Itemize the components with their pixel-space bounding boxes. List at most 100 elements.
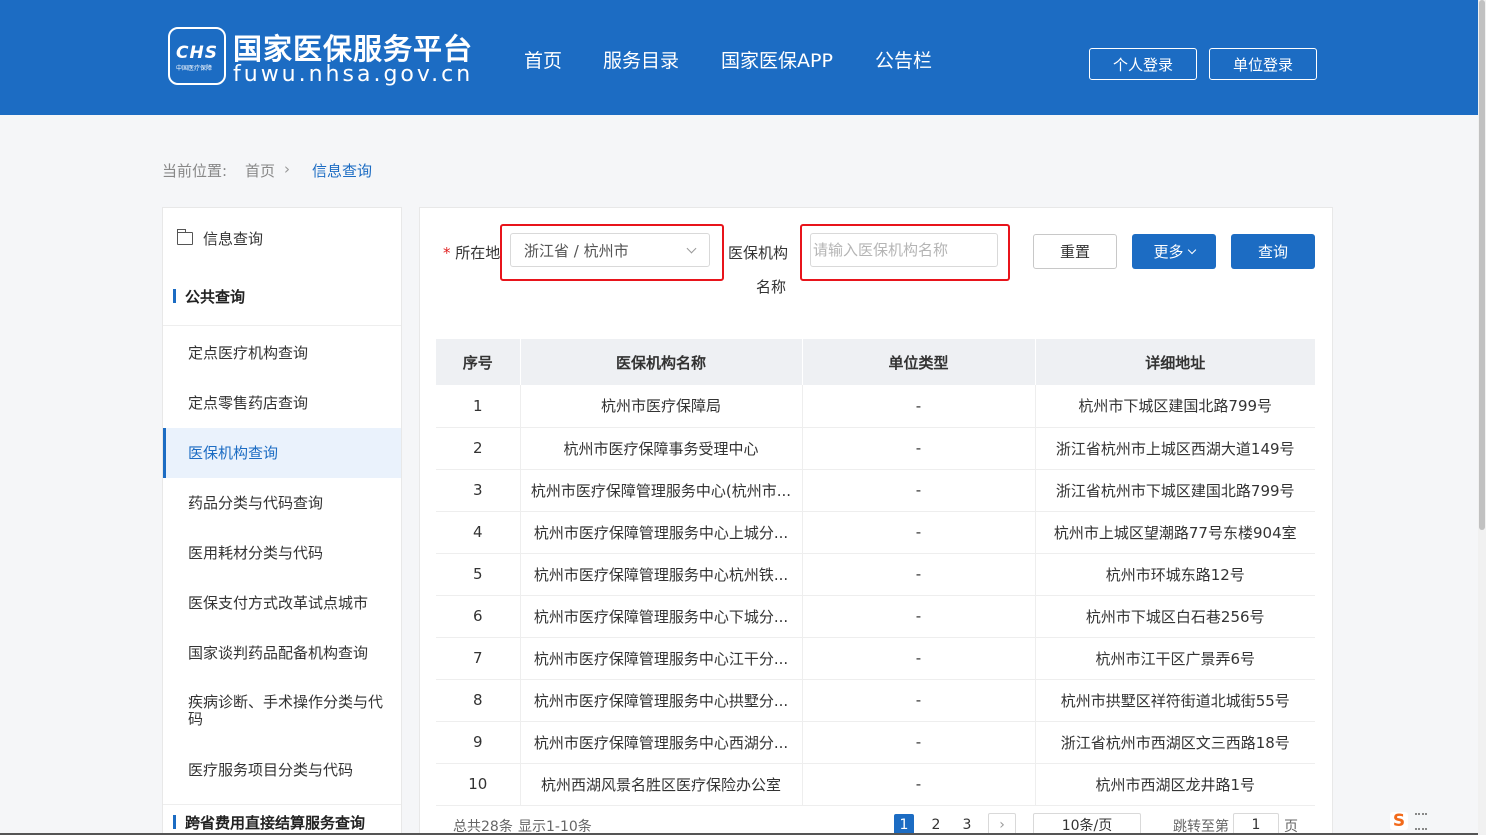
personal-login-button[interactable]: 个人登录 xyxy=(1089,48,1197,80)
cell-index: 5 xyxy=(436,553,521,596)
table-row[interactable]: 6 杭州市医疗保障管理服务中心下城分... - 杭州市下城区白石巷256号 xyxy=(436,595,1315,638)
column-header-org-name: 医保机构名称 xyxy=(520,339,803,385)
cell-address: 浙江省杭州市下城区建国北路799号 xyxy=(1035,469,1315,512)
table-row[interactable]: 2 杭州市医疗保障事务受理中心 - 浙江省杭州市上城区西湖大道149号 xyxy=(436,427,1315,470)
cell-index: 10 xyxy=(436,763,521,806)
cell-index: 2 xyxy=(436,427,521,470)
page-number-2[interactable]: 2 xyxy=(926,814,946,835)
jump-page-input[interactable]: 1 xyxy=(1233,813,1279,835)
cell-unit-type: - xyxy=(802,469,1036,512)
breadcrumb-prefix: 当前位置: xyxy=(162,162,228,180)
scan-icon[interactable] xyxy=(1415,813,1427,830)
nav-service-catalog[interactable]: 服务目录 xyxy=(603,46,679,73)
page-size-select[interactable]: 10条/页 xyxy=(1033,813,1141,835)
sidebar-item-diagnosis-codes[interactable]: 疾病诊断、手术操作分类与代码 xyxy=(163,686,401,736)
chevron-down-icon xyxy=(1187,245,1196,254)
cell-address: 杭州市江干区广景弄6号 xyxy=(1035,637,1315,680)
cell-org-name: 杭州市医疗保障管理服务中心下城分... xyxy=(520,595,803,638)
logo-sub: 中国医疗保障 xyxy=(176,65,213,72)
cell-index: 1 xyxy=(436,385,521,428)
cell-org-name: 杭州市医疗保障管理服务中心拱墅分... xyxy=(520,679,803,722)
table-row[interactable]: 1 杭州市医疗保障局 - 杭州市下城区建国北路799号 xyxy=(436,385,1315,428)
cell-org-name: 杭州市医疗保障事务受理中心 xyxy=(520,427,803,470)
cell-index: 8 xyxy=(436,679,521,722)
cell-index: 3 xyxy=(436,469,521,512)
cell-org-name: 杭州市医疗保障管理服务中心杭州铁... xyxy=(520,553,803,596)
sidebar-title: 信息查询 xyxy=(203,229,264,248)
cell-unit-type: - xyxy=(802,679,1036,722)
column-header-index: 序号 xyxy=(436,339,521,385)
org-name-input[interactable] xyxy=(810,233,998,267)
location-select[interactable]: 浙江省 / 杭州市 xyxy=(510,233,710,267)
table-row[interactable]: 5 杭州市医疗保障管理服务中心杭州铁... - 杭州市环城东路12号 xyxy=(436,553,1315,596)
column-header-unit-type: 单位类型 xyxy=(802,339,1036,385)
sidebar-item-drug-classification[interactable]: 药品分类与代码查询 xyxy=(163,478,401,528)
table-row[interactable]: 8 杭州市医疗保障管理服务中心拱墅分... - 杭州市拱墅区祥符街道北城街55号 xyxy=(436,679,1315,722)
sidebar-header: 信息查询 xyxy=(163,208,401,268)
sogou-ime-icon[interactable]: S xyxy=(1390,811,1408,831)
cell-unit-type: - xyxy=(802,721,1036,764)
chs-logo-icon[interactable]: CHS 中国医疗保障 xyxy=(168,27,226,85)
more-button-label: 更多 xyxy=(1153,243,1184,261)
sidebar-item-negotiated-drugs[interactable]: 国家谈判药品配备机构查询 xyxy=(163,628,401,678)
cell-unit-type: - xyxy=(802,427,1036,470)
breadcrumb-separator-icon: › xyxy=(284,160,290,178)
cell-address: 浙江省杭州市西湖区文三西路18号 xyxy=(1035,721,1315,764)
cell-unit-type: - xyxy=(802,511,1036,554)
location-select-value: 浙江省 / 杭州市 xyxy=(524,241,629,260)
cell-address: 杭州市下城区建国北路799号 xyxy=(1035,385,1315,428)
required-mark: * xyxy=(443,244,451,262)
next-page-icon[interactable]: › xyxy=(988,813,1016,835)
sidebar-section-public[interactable]: 公共查询 xyxy=(163,268,401,326)
org-name-label-line2: 名称 xyxy=(756,278,787,296)
cell-address: 杭州市拱墅区祥符街道北城街55号 xyxy=(1035,679,1315,722)
sidebar-item-payment-reform[interactable]: 医保支付方式改革试点城市 xyxy=(163,578,401,628)
table-row[interactable]: 3 杭州市医疗保障管理服务中心(杭州市... - 浙江省杭州市下城区建国北路799号 xyxy=(436,469,1315,512)
more-button[interactable]: 更多 xyxy=(1132,234,1216,269)
scrollbar-thumb[interactable] xyxy=(1479,0,1485,530)
table-row[interactable]: 10 杭州西湖风景名胜区医疗保险办公室 - 杭州市西湖区龙井路1号 xyxy=(436,763,1315,806)
results-table: 序号 医保机构名称 单位类型 详细地址 1 杭州市医疗保障局 - 杭州市下城区建国北路… xyxy=(436,339,1315,806)
breadcrumb-home[interactable]: 首页 xyxy=(245,160,275,181)
location-label: * 所在地 xyxy=(443,242,500,263)
sidebar-item-insurance-org[interactable]: 医保机构查询 xyxy=(163,428,401,478)
cell-org-name: 杭州市医疗保障管理服务中心(杭州市... xyxy=(520,469,803,512)
cell-index: 4 xyxy=(436,511,521,554)
cell-index: 6 xyxy=(436,595,521,638)
page-number-3[interactable]: 3 xyxy=(957,814,977,835)
column-header-address: 详细地址 xyxy=(1035,339,1315,385)
cell-address: 杭州市下城区白石巷256号 xyxy=(1035,595,1315,638)
table-row[interactable]: 9 杭州市医疗保障管理服务中心西湖分... - 浙江省杭州市西湖区文三西路18号 xyxy=(436,721,1315,764)
cell-org-name: 杭州市医疗保障局 xyxy=(520,385,803,428)
nav-home[interactable]: 首页 xyxy=(524,46,562,73)
chevron-down-icon xyxy=(686,243,697,254)
folder-icon xyxy=(176,228,193,245)
cell-org-name: 杭州市医疗保障管理服务中心上城分... xyxy=(520,511,803,554)
sidebar: 信息查询 公共查询 定点医疗机构查询 定点零售药店查询 医保机构查询 药品分类与… xyxy=(162,207,402,835)
logo-mark: CHS xyxy=(176,43,218,63)
org-name-label-line1: 医保机构 xyxy=(728,244,789,262)
cell-org-name: 杭州市医疗保障管理服务中心江干分... xyxy=(520,637,803,680)
cell-address: 杭州市西湖区龙井路1号 xyxy=(1035,763,1315,806)
sidebar-item-consumables[interactable]: 医用耗材分类与代码 xyxy=(163,528,401,578)
table-row[interactable]: 4 杭州市医疗保障管理服务中心上城分... - 杭州市上城区望潮路77号东楼904室 xyxy=(436,511,1315,554)
cell-unit-type: - xyxy=(802,385,1036,428)
table-row[interactable]: 7 杭州市医疗保障管理服务中心江干分... - 杭州市江干区广景弄6号 xyxy=(436,637,1315,680)
sidebar-item-designated-pharmacy[interactable]: 定点零售药店查询 xyxy=(163,378,401,428)
reset-button[interactable]: 重置 xyxy=(1033,234,1117,269)
cell-unit-type: - xyxy=(802,763,1036,806)
sidebar-section-cross-province[interactable]: 跨省费用直接结算服务查询 xyxy=(163,804,401,835)
cell-org-name: 杭州市医疗保障管理服务中心西湖分... xyxy=(520,721,803,764)
cell-unit-type: - xyxy=(802,553,1036,596)
query-button[interactable]: 查询 xyxy=(1231,234,1315,269)
cell-index: 7 xyxy=(436,637,521,680)
cell-index: 9 xyxy=(436,721,521,764)
page-size-value: 10条/页 xyxy=(1061,818,1113,834)
unit-login-button[interactable]: 单位登录 xyxy=(1209,48,1317,80)
sidebar-item-service-items[interactable]: 医疗服务项目分类与代码 xyxy=(163,745,401,795)
sidebar-item-designated-medical[interactable]: 定点医疗机构查询 xyxy=(163,328,401,378)
nav-notice[interactable]: 公告栏 xyxy=(875,46,932,73)
table-header-row: 序号 医保机构名称 单位类型 详细地址 xyxy=(436,339,1315,385)
page-number-1[interactable]: 1 xyxy=(894,814,914,835)
nav-app[interactable]: 国家医保APP xyxy=(721,46,833,73)
